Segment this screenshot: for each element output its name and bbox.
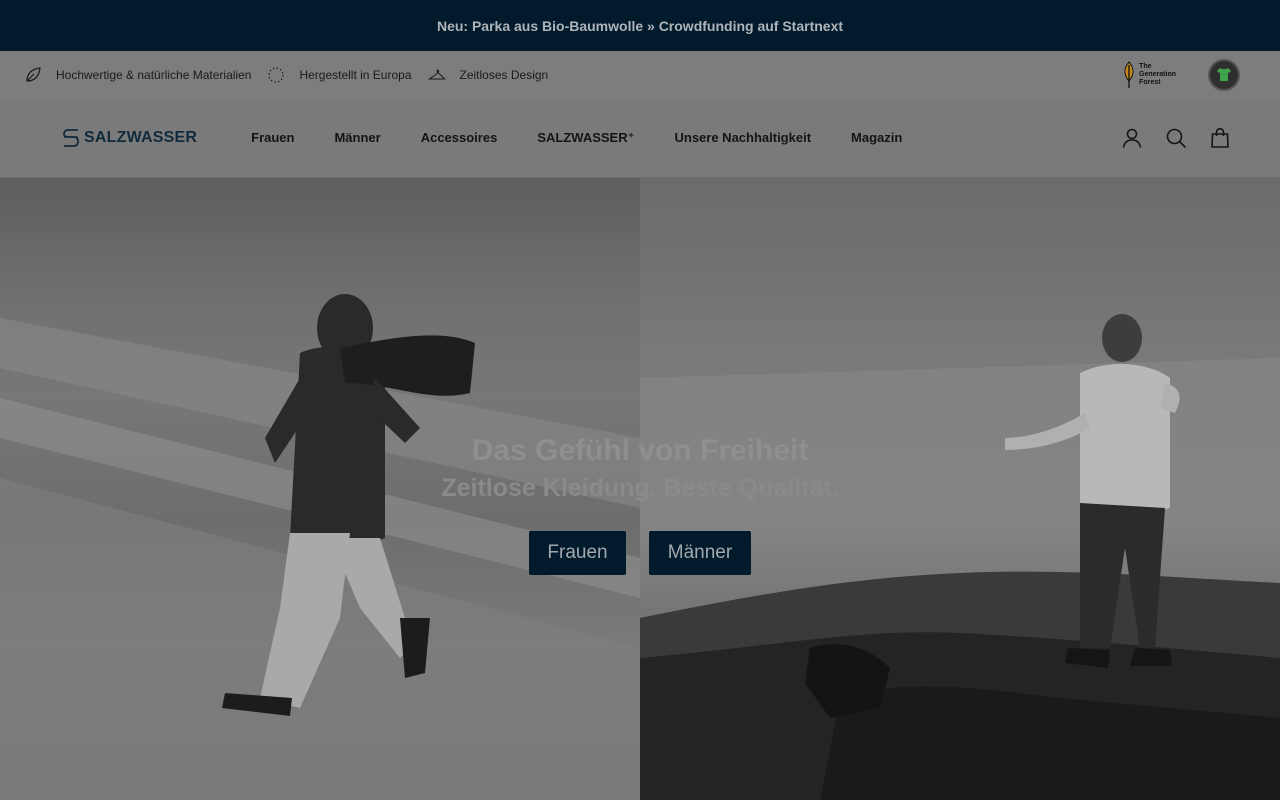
menu-item-accessoires[interactable]: Accessoires: [421, 130, 498, 145]
gots-shirt-icon: [1217, 68, 1231, 81]
hero-subtitle: Zeitlose Kleidung. Beste Qualität.: [441, 474, 839, 502]
menu-item-nachhaltigkeit[interactable]: Unsere Nachhaltigkeit: [674, 130, 811, 145]
usp-item-materials: Hochwertige & natürliche Materialien: [24, 66, 251, 84]
logo-mark-icon: [62, 127, 80, 149]
eu-stars-icon: [267, 66, 285, 84]
badge-line: Forest: [1139, 79, 1161, 86]
hero-section: Das Gefühl von Freiheit Zeitlose Kleidun…: [0, 178, 1280, 800]
hero-title: Das Gefühl von Freiheit: [471, 434, 809, 467]
menu-item-frauen[interactable]: Frauen: [251, 130, 294, 145]
tree-leaf-icon: [1122, 61, 1136, 89]
badge-line: The: [1139, 63, 1152, 70]
menu-item-maenner[interactable]: Männer: [334, 130, 380, 145]
leaf-icon: [24, 66, 42, 84]
account-icon[interactable]: [1120, 126, 1144, 150]
announcement-bar[interactable]: Neu: Parka aus Bio-Baumwolle » Crowdfund…: [0, 0, 1280, 51]
usp-item-design: Zeitloses Design: [427, 66, 549, 84]
menu-item-salzwasser-plus[interactable]: SALZWASSER⁺: [537, 130, 634, 146]
salzwasser-logo[interactable]: SALZWASSER: [62, 127, 197, 149]
usp-label: Hochwertige & natürliche Materialien: [56, 67, 252, 82]
generation-forest-badge[interactable]: The Generation Forest: [1122, 61, 1176, 89]
usp-item-europe: Hergestellt in Europa: [267, 66, 412, 84]
hanger-icon: [427, 66, 446, 84]
hero-button-maenner[interactable]: Männer: [649, 531, 751, 575]
main-header: SALZWASSER Frauen Männer Accessoires SAL…: [0, 98, 1280, 178]
search-icon[interactable]: [1164, 126, 1188, 150]
announcement-text[interactable]: Neu: Parka aus Bio-Baumwolle » Crowdfund…: [437, 18, 843, 34]
cart-bag-icon[interactable]: [1208, 126, 1232, 150]
usp-label: Hergestellt in Europa: [299, 67, 412, 82]
main-menu: Frauen Männer Accessoires SALZWASSER⁺ Un…: [251, 130, 942, 146]
usp-label: Zeitloses Design: [459, 67, 549, 82]
menu-item-magazin[interactable]: Magazin: [851, 130, 902, 145]
certification-badges: The Generation Forest: [1122, 59, 1240, 91]
usp-bar: Hochwertige & natürliche Materialien Her…: [0, 51, 1280, 98]
header-actions: [1100, 126, 1232, 150]
badge-line: Generation: [1139, 71, 1176, 78]
hero-button-frauen[interactable]: Frauen: [529, 531, 626, 575]
gots-badge[interactable]: [1208, 59, 1240, 91]
logo-text: SALZWASSER: [84, 128, 198, 146]
